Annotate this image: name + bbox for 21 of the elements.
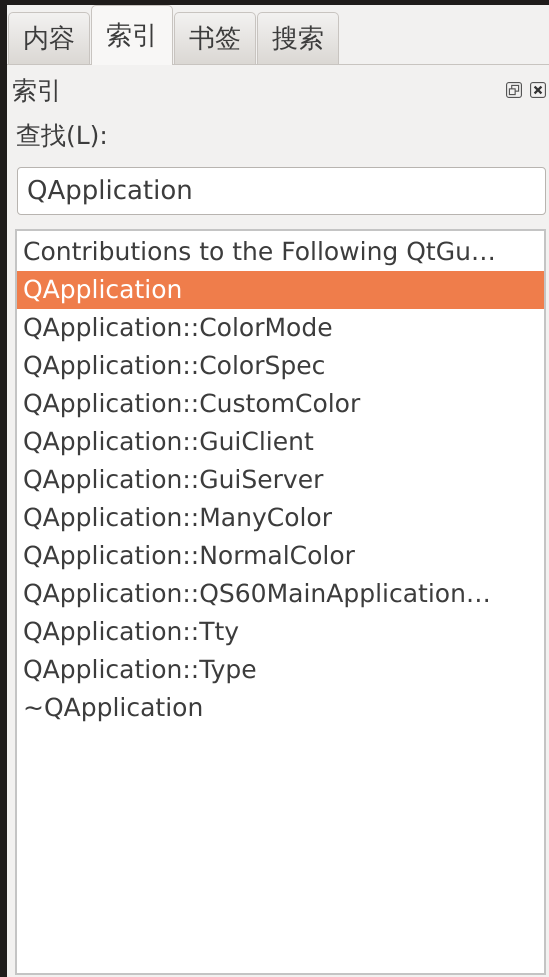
list-item[interactable]: QApplication::ColorMode	[17, 309, 544, 347]
list-item[interactable]: QApplication::Type	[17, 651, 544, 689]
list-item[interactable]: QApplication::QS60MainApplication…	[17, 575, 544, 613]
tab[interactable]: 搜索	[257, 12, 339, 64]
tab[interactable]: 内容	[8, 12, 90, 64]
float-icon[interactable]	[506, 82, 522, 98]
list-item[interactable]: Contributions to the Following QtGu…	[17, 233, 544, 271]
list-item[interactable]: QApplication::GuiClient	[17, 423, 544, 461]
list-item[interactable]: QApplication::GuiServer	[17, 461, 544, 499]
list-item[interactable]: QApplication::Tty	[17, 613, 544, 651]
list-item[interactable]: ~QApplication	[17, 689, 544, 727]
tab[interactable]: 索引	[91, 5, 173, 65]
list-item[interactable]: QApplication::NormalColor	[17, 537, 544, 575]
panel-title: 索引	[12, 74, 62, 106]
close-icon[interactable]	[530, 82, 546, 98]
list-item[interactable]: QApplication::CustomColor	[17, 385, 544, 423]
tab[interactable]: 书签	[174, 12, 256, 64]
search-field[interactable]: QApplication	[17, 167, 546, 215]
list-item[interactable]: QApplication::ColorSpec	[17, 347, 544, 385]
search-label: 查找(L):	[16, 120, 109, 152]
list-item[interactable]: QApplication::ManyColor	[17, 499, 544, 537]
